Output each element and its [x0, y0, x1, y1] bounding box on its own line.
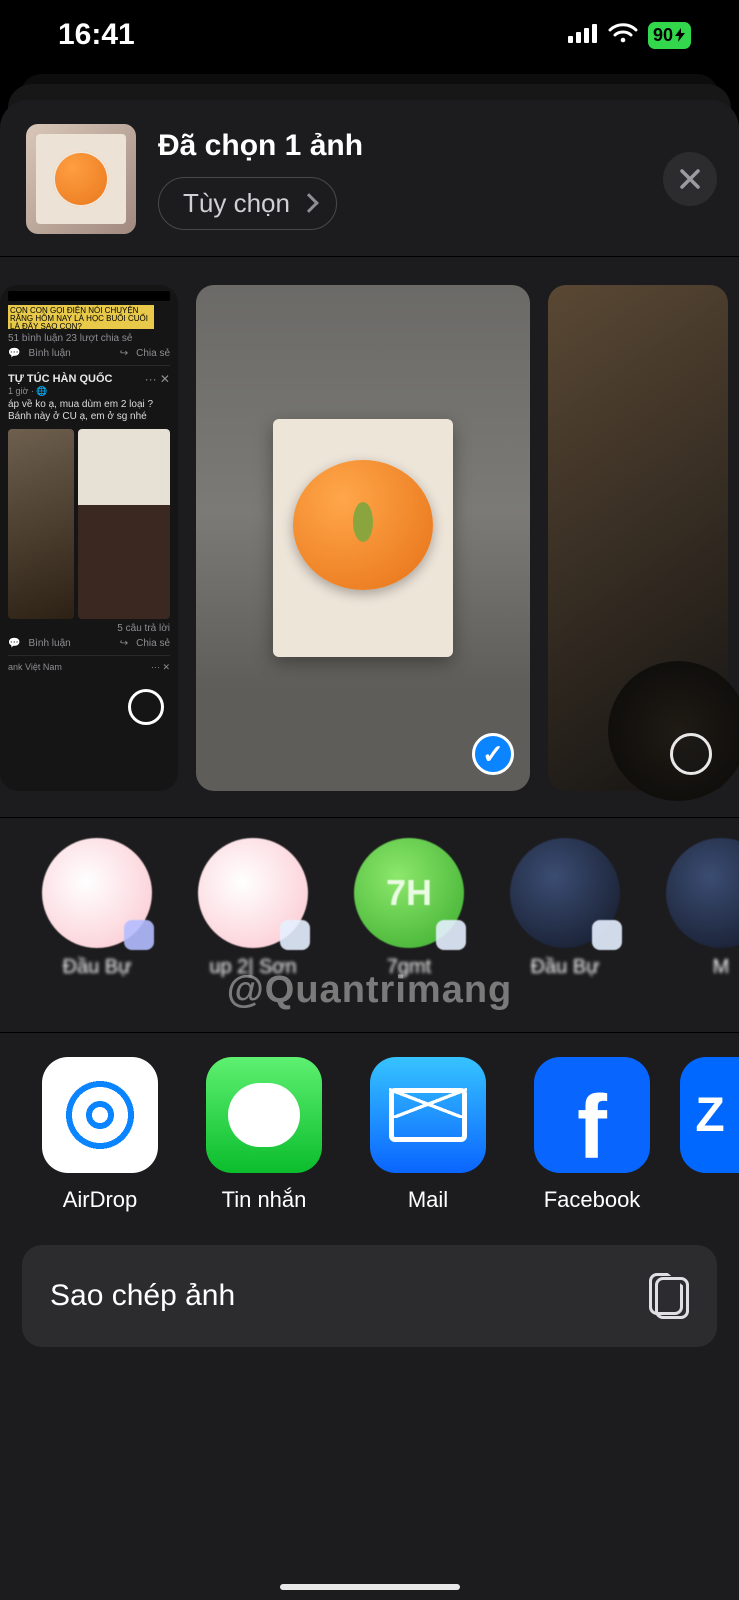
- share-app-airdrop[interactable]: AirDrop: [24, 1057, 176, 1213]
- selection-ring-icon: [128, 689, 164, 725]
- copy-icon: [649, 1273, 689, 1319]
- copy-photo-action[interactable]: Sao chép ảnh: [22, 1245, 717, 1347]
- zalo-icon: Z: [680, 1057, 739, 1173]
- share-apps-row[interactable]: AirDrop Tin nhắn Mail f Facebook Z: [0, 1033, 739, 1239]
- share-app-mail[interactable]: Mail: [352, 1057, 504, 1213]
- airdrop-contacts-row[interactable]: Đầu Bự up 2| Sơn 7H 7gmt Đầu Bự M @Quant…: [0, 817, 739, 1033]
- selection-title: Đã chọn 1 ảnh: [158, 129, 363, 163]
- airdrop-contact[interactable]: 7H 7gmt: [336, 838, 482, 1002]
- photo-item-selected[interactable]: ✓: [196, 285, 530, 791]
- selection-ring-icon: [670, 733, 712, 775]
- photo-item[interactable]: CON CON GỌI ĐIỆN NÓI CHUYỆN RẰNG HÔM NAY…: [0, 285, 178, 791]
- messages-icon: [206, 1057, 322, 1173]
- avatar: 7H: [354, 838, 464, 948]
- selected-check-icon: ✓: [472, 733, 514, 775]
- cellular-icon: [568, 23, 598, 48]
- photo-item[interactable]: [548, 285, 728, 791]
- avatar: [510, 838, 620, 948]
- chevron-right-icon: [299, 193, 319, 213]
- status-icons: 90: [568, 22, 691, 49]
- share-app-messages[interactable]: Tin nhắn: [188, 1057, 340, 1213]
- options-button[interactable]: Tùy chọn: [158, 177, 337, 230]
- mail-icon: [370, 1057, 486, 1173]
- wifi-icon: [608, 22, 638, 49]
- selected-thumbnail[interactable]: [26, 124, 136, 234]
- close-button[interactable]: [663, 152, 717, 206]
- avatar: [666, 838, 739, 948]
- airdrop-icon: [42, 1057, 158, 1173]
- status-time: 16:41: [58, 18, 135, 52]
- avatar: [42, 838, 152, 948]
- status-bar: 16:41 90: [0, 0, 739, 70]
- share-header: Đã chọn 1 ảnh Tùy chọn: [0, 100, 739, 256]
- airdrop-contact[interactable]: up 2| Sơn: [180, 838, 326, 1002]
- facebook-icon: f: [534, 1057, 650, 1173]
- airdrop-contact[interactable]: Đầu Bự: [24, 838, 170, 1002]
- airdrop-contact[interactable]: M: [648, 838, 739, 1002]
- share-sheet: Đã chọn 1 ảnh Tùy chọn CON CON GỌI ĐIỆN …: [0, 100, 739, 1600]
- options-label: Tùy chọn: [183, 188, 290, 219]
- close-icon: [679, 168, 701, 190]
- battery-indicator: 90: [648, 22, 691, 49]
- home-indicator[interactable]: [280, 1584, 460, 1590]
- share-app-zalo[interactable]: Z: [680, 1057, 739, 1213]
- action-label: Sao chép ảnh: [50, 1279, 235, 1313]
- share-app-facebook[interactable]: f Facebook: [516, 1057, 668, 1213]
- airdrop-contact[interactable]: Đầu Bự: [492, 838, 638, 1002]
- photo-selection-strip[interactable]: CON CON GỌI ĐIỆN NÓI CHUYỆN RẰNG HÔM NAY…: [0, 257, 739, 817]
- avatar: [198, 838, 308, 948]
